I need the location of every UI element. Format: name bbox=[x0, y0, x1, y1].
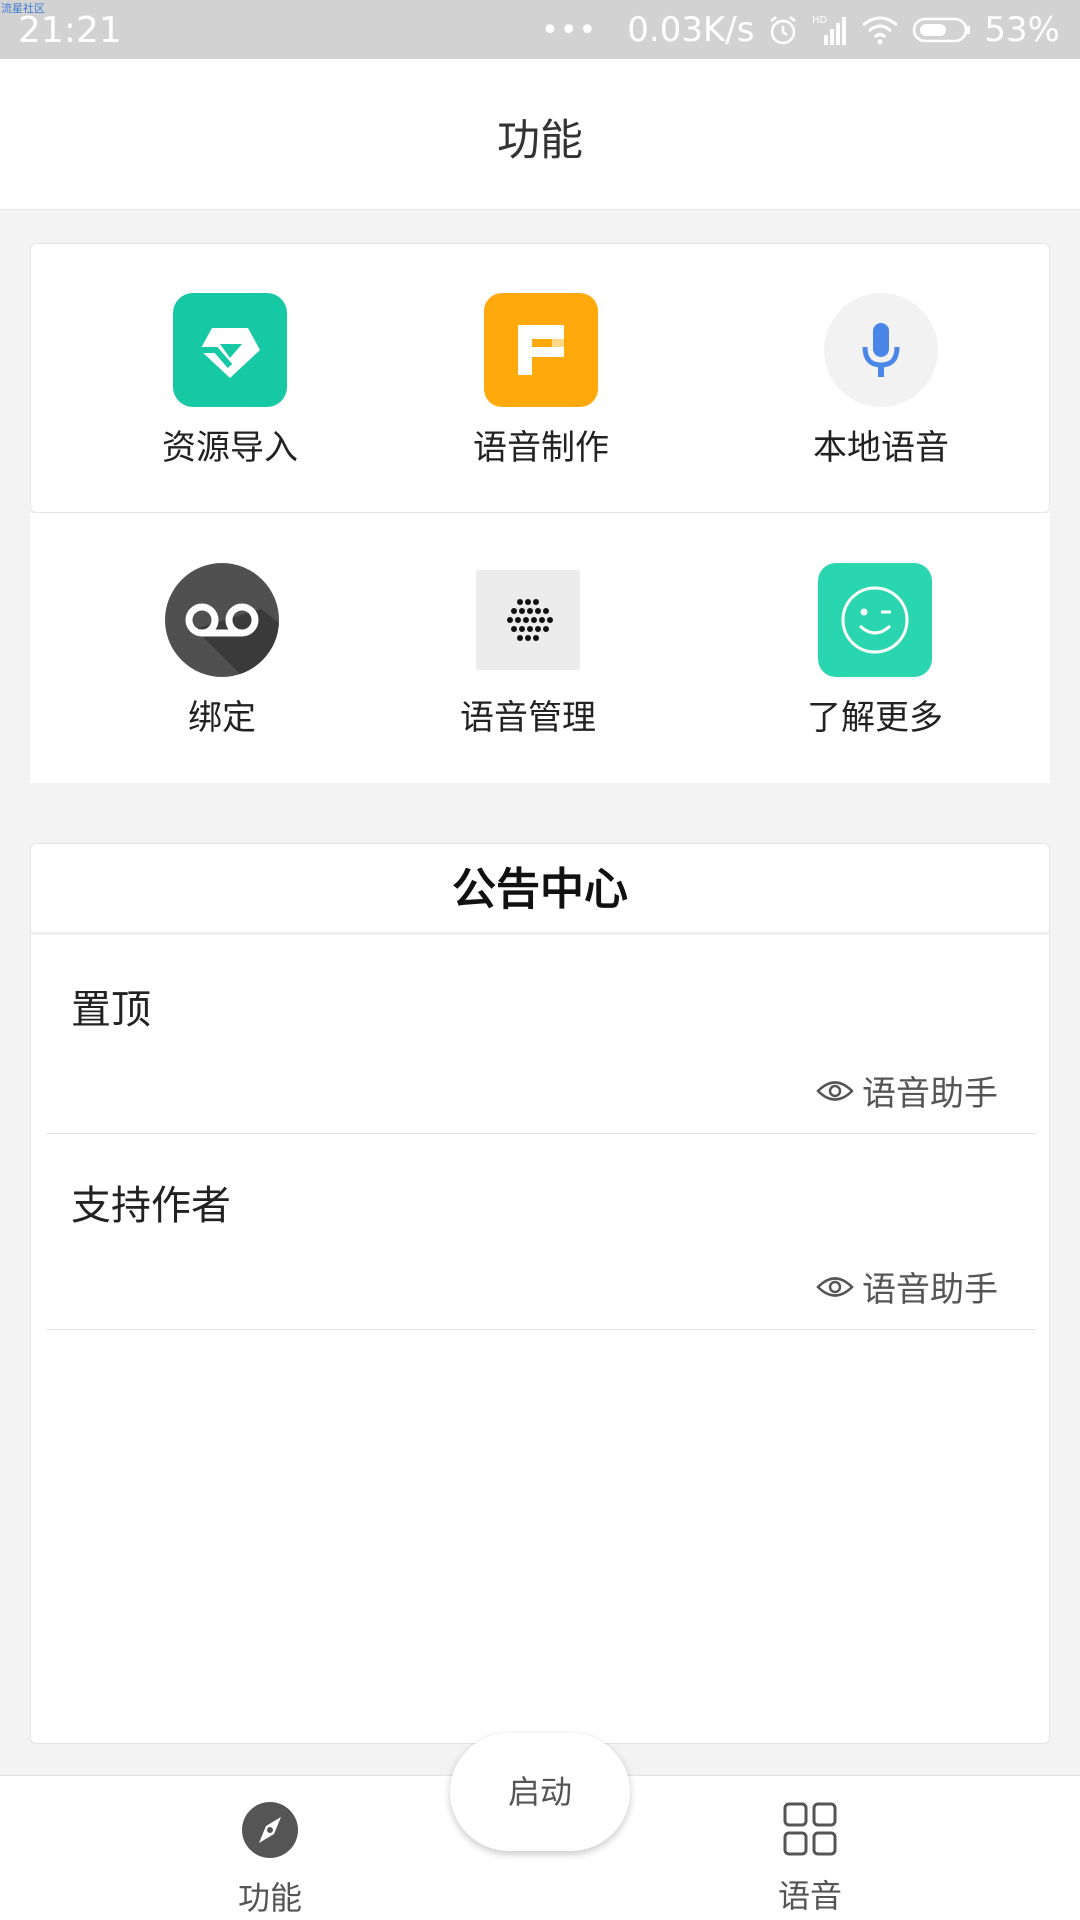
more-dots-indicator: ••• bbox=[541, 12, 598, 48]
notice-item[interactable]: 支持作者 语音助手 bbox=[46, 1134, 1036, 1330]
feature-label: 了解更多 bbox=[807, 698, 943, 738]
page-title: 功能 bbox=[497, 116, 583, 166]
voicemail-icon bbox=[165, 563, 279, 677]
feature-grid-row-2: 绑定 语音管理 了解更多 bbox=[30, 513, 1050, 783]
network-speed: 0.03K/s bbox=[627, 10, 755, 50]
app-header: 功能 bbox=[0, 59, 1080, 210]
tab-label: 语音 bbox=[777, 1877, 842, 1915]
feature-bind[interactable]: 绑定 bbox=[72, 563, 372, 739]
feature-label: 绑定 bbox=[188, 698, 256, 738]
feature-label: 资源导入 bbox=[162, 428, 298, 468]
notice-item-meta: 语音助手 bbox=[816, 1262, 998, 1311]
notice-item[interactable]: 置顶 语音助手 bbox=[46, 938, 1036, 1134]
dot-grid-icon bbox=[476, 570, 580, 670]
feature-grid-row-1: 资源导入 语音制作 本地语音 bbox=[30, 243, 1050, 513]
signal-hd-icon: HD bbox=[812, 15, 847, 45]
feature-label: 语音制作 bbox=[473, 428, 609, 468]
notice-item-title: 支持作者 bbox=[71, 1183, 231, 1229]
notice-item-author: 语音助手 bbox=[862, 1270, 998, 1310]
notice-item-title: 置顶 bbox=[71, 987, 151, 1033]
feature-learn-more[interactable]: 了解更多 bbox=[725, 563, 1025, 739]
feature-label: 语音管理 bbox=[460, 698, 596, 738]
feature-label: 本地语音 bbox=[813, 428, 949, 468]
wink-face-icon bbox=[818, 563, 932, 677]
notice-center-title: 公告中心 bbox=[31, 844, 1049, 935]
svg-text:HD: HD bbox=[812, 15, 828, 26]
compass-icon bbox=[242, 1802, 298, 1858]
feature-voice-manage[interactable]: 语音管理 bbox=[378, 570, 678, 739]
wifi-icon bbox=[862, 16, 899, 45]
eye-icon bbox=[816, 1080, 854, 1101]
feature-resource-import[interactable]: 资源导入 bbox=[80, 293, 380, 469]
tab-voice[interactable]: 语音 bbox=[710, 1801, 910, 1917]
start-button[interactable]: 启动 bbox=[450, 1733, 630, 1851]
voice-make-icon bbox=[484, 293, 598, 407]
tab-features[interactable]: 功能 bbox=[170, 1801, 370, 1919]
notice-center-card: 公告中心 置顶 语音助手 支持作者 语音助手 bbox=[30, 843, 1050, 1744]
alarm-icon bbox=[770, 16, 797, 45]
tab-label: 功能 bbox=[237, 1879, 302, 1917]
feature-local-voice[interactable]: 本地语音 bbox=[731, 293, 1031, 469]
battery-percent: 53% bbox=[984, 10, 1060, 50]
status-time: 21:21 bbox=[18, 10, 122, 51]
battery-icon bbox=[913, 17, 971, 43]
feature-voice-make[interactable]: 语音制作 bbox=[391, 293, 691, 469]
notice-item-author: 语音助手 bbox=[862, 1074, 998, 1114]
status-bar: 流星社区 21:21 ••• 0.03K/s HD 53% bbox=[0, 0, 1080, 59]
notice-item-meta: 语音助手 bbox=[816, 1066, 998, 1115]
eye-icon bbox=[816, 1276, 854, 1297]
grid-icon bbox=[783, 1802, 837, 1856]
microphone-icon bbox=[824, 293, 938, 407]
resource-import-icon bbox=[173, 293, 287, 407]
